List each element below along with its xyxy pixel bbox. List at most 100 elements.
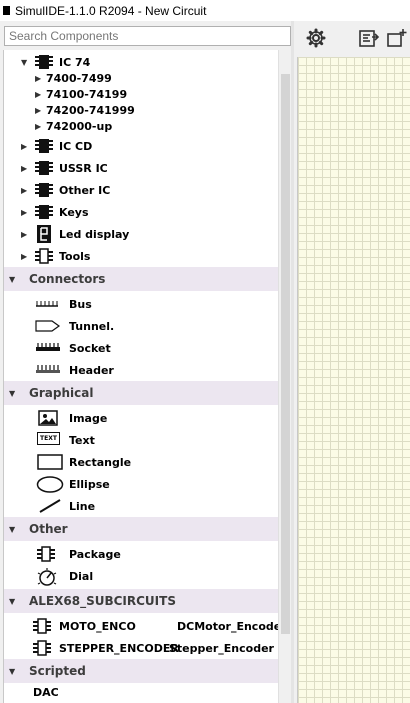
component-line[interactable]: Line xyxy=(4,495,279,517)
new-window-button[interactable] xyxy=(385,27,409,51)
expand-arrow-icon[interactable]: ▶ xyxy=(35,90,41,99)
component-header[interactable]: Header xyxy=(4,359,279,381)
new-window-icon xyxy=(386,28,408,51)
category-label: Other xyxy=(29,522,68,536)
tree-item-74100[interactable]: ▶ 74100-74199 xyxy=(4,86,279,102)
collapse-arrow-icon[interactable]: ▼ xyxy=(9,667,15,676)
chip-icon xyxy=(34,182,54,198)
tree-item-label: Other IC xyxy=(59,183,111,197)
seven-segment-icon xyxy=(37,225,51,243)
expand-arrow-icon[interactable]: ▶ xyxy=(35,122,41,131)
collapse-arrow-icon[interactable]: ▼ xyxy=(9,525,15,534)
search-input[interactable]: Search Components xyxy=(4,26,291,46)
component-label: Image xyxy=(69,411,108,425)
expand-arrow-icon[interactable]: ▶ xyxy=(35,74,41,83)
chip-icon xyxy=(34,54,54,70)
component-description: Stepper_Encoder xyxy=(169,641,274,655)
dial-icon xyxy=(36,567,58,587)
component-bus[interactable]: Bus xyxy=(4,293,279,315)
component-image[interactable]: Image xyxy=(4,407,279,429)
category-label: Connectors xyxy=(29,272,106,286)
expand-arrow-icon[interactable]: ▶ xyxy=(21,164,27,173)
tree-item-tools[interactable]: ▶ Tools xyxy=(4,245,279,267)
tree-scrollbar[interactable] xyxy=(278,50,292,703)
component-description: DCMotor_Encoder xyxy=(177,619,279,633)
text-icon-badge: TEXT xyxy=(37,432,60,445)
circuit-canvas[interactable] xyxy=(297,57,410,703)
component-stepper-encoder[interactable]: STEPPER_ENCODER Stepper_Encoder xyxy=(4,637,279,659)
ellipse-icon xyxy=(36,476,64,493)
expand-arrow-icon[interactable]: ▶ xyxy=(21,230,27,239)
component-dial[interactable]: Dial xyxy=(4,565,279,587)
tree-item-label: Tools xyxy=(59,249,91,263)
category-alex68-subcircuits[interactable]: ▼ ALEX68_SUBCIRCUITS xyxy=(4,589,279,613)
component-label: MOTO_ENCO xyxy=(59,619,136,633)
expand-arrow-icon[interactable]: ▶ xyxy=(21,252,27,261)
package-icon xyxy=(36,546,56,562)
package-icon xyxy=(32,640,52,656)
expand-arrow-icon[interactable]: ▶ xyxy=(21,186,27,195)
category-label: ALEX68_SUBCIRCUITS xyxy=(29,594,176,608)
category-scripted[interactable]: ▼ Scripted xyxy=(4,659,279,683)
tree-item-keys[interactable]: ▶ Keys xyxy=(4,201,279,223)
component-label: Header xyxy=(69,363,114,377)
component-tree: ▼ IC 74 ▶ 7400-7499 ▶ 74100-74199 ▶ 7420… xyxy=(3,50,279,703)
component-label: Bus xyxy=(69,297,92,311)
component-socket[interactable]: Socket xyxy=(4,337,279,359)
package-icon xyxy=(34,248,54,264)
header-icon xyxy=(35,364,61,374)
expand-arrow-icon[interactable]: ▶ xyxy=(35,106,41,115)
tree-item-other-ic[interactable]: ▶ Other IC xyxy=(4,179,279,201)
component-rectangle[interactable]: Rectangle xyxy=(4,451,279,473)
component-tunnel[interactable]: Tunnel. xyxy=(4,315,279,337)
tree-item-label: IC CD xyxy=(59,139,93,153)
collapse-arrow-icon[interactable]: ▼ xyxy=(21,58,27,67)
tree-item-led-display[interactable]: ▶ Led display xyxy=(4,223,279,245)
component-ellipse[interactable]: Ellipse xyxy=(4,473,279,495)
package-icon xyxy=(32,618,52,634)
image-icon xyxy=(38,410,58,426)
expand-arrow-icon[interactable]: ▶ xyxy=(21,142,27,151)
tree-item-label: Led display xyxy=(59,227,130,241)
component-label: Dial xyxy=(69,569,94,583)
collapse-arrow-icon[interactable]: ▼ xyxy=(9,275,15,284)
chip-icon xyxy=(34,160,54,176)
window-title: SimulIDE-1.1.0 R2094 - New Circuit xyxy=(15,3,207,18)
tree-item-label: IC 74 xyxy=(59,55,91,69)
category-other[interactable]: ▼ Other xyxy=(4,517,279,541)
tree-item-74200[interactable]: ▶ 74200-741999 xyxy=(4,102,279,118)
tree-item-7400[interactable]: ▶ 7400-7499 xyxy=(4,70,279,86)
socket-icon xyxy=(35,342,61,352)
expand-arrow-icon[interactable]: ▶ xyxy=(21,208,27,217)
component-label: Text xyxy=(69,433,95,447)
tree-item-ussr-ic[interactable]: ▶ USSR IC xyxy=(4,157,279,179)
tree-item-742000[interactable]: ▶ 742000-up xyxy=(4,118,279,134)
component-text[interactable]: TEXT Text xyxy=(4,429,279,451)
tree-item-ic-cd[interactable]: ▶ IC CD xyxy=(4,135,279,157)
export-button[interactable] xyxy=(357,27,381,51)
component-label: STEPPER_ENCODER xyxy=(59,641,179,655)
component-label: DAC xyxy=(33,685,59,699)
category-connectors[interactable]: ▼ Connectors xyxy=(4,267,279,291)
component-dac[interactable]: DAC xyxy=(4,681,279,703)
rectangle-icon xyxy=(37,454,63,470)
tree-item-label: 742000-up xyxy=(46,119,113,133)
settings-button[interactable] xyxy=(304,27,328,51)
category-label: Graphical xyxy=(29,386,94,400)
component-label: Socket xyxy=(69,341,111,355)
component-moto-enco[interactable]: MOTO_ENCO DCMotor_Encoder xyxy=(4,615,279,637)
window-icon xyxy=(3,6,10,15)
scrollbar-thumb[interactable] xyxy=(281,74,290,634)
component-label: Package xyxy=(69,547,121,561)
chip-icon xyxy=(34,204,54,220)
collapse-arrow-icon[interactable]: ▼ xyxy=(9,597,15,606)
component-label: Line xyxy=(69,499,96,513)
tree-item-label: 7400-7499 xyxy=(46,71,112,85)
component-label: Rectangle xyxy=(69,455,132,469)
component-package[interactable]: Package xyxy=(4,543,279,565)
collapse-arrow-icon[interactable]: ▼ xyxy=(9,389,15,398)
tree-item-label: 74100-74199 xyxy=(46,87,128,101)
category-graphical[interactable]: ▼ Graphical xyxy=(4,381,279,405)
title-bar: SimulIDE-1.1.0 R2094 - New Circuit xyxy=(0,0,410,21)
component-label: Tunnel. xyxy=(69,319,115,333)
